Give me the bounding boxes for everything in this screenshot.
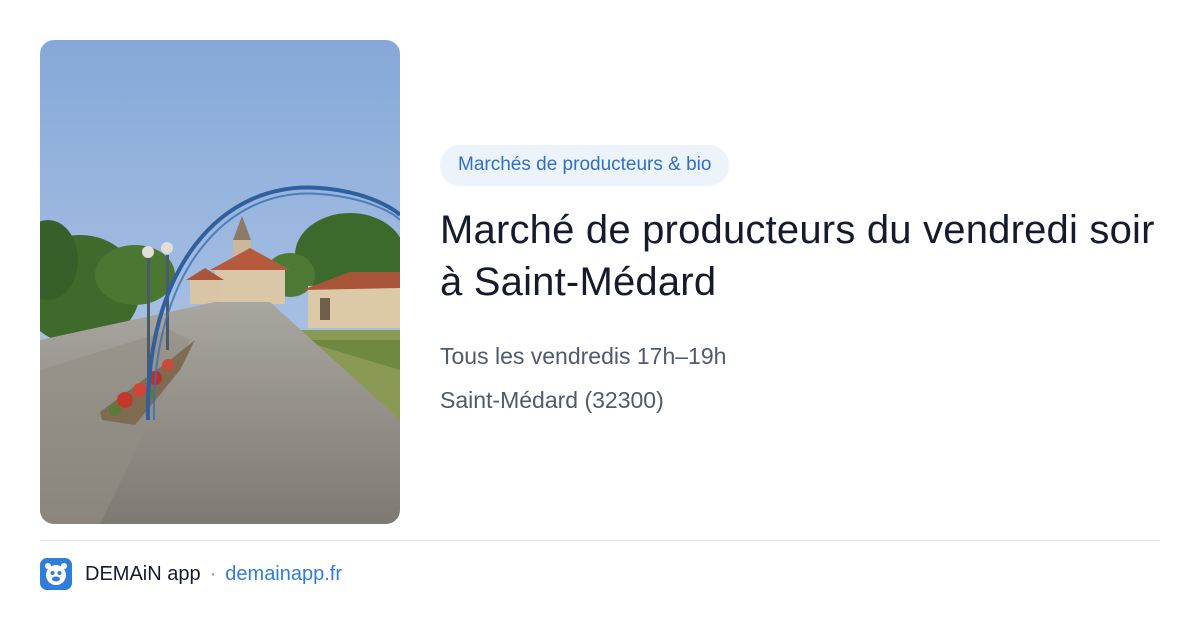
demain-app-logo-icon — [40, 558, 72, 590]
domain-link[interactable]: demainapp.fr — [225, 563, 342, 586]
event-schedule: Tous les vendredis 17h–19h — [440, 343, 727, 369]
event-location: Saint-Médard (32300) — [440, 387, 664, 413]
event-title: Marché de producteurs du vendredi soir à… — [440, 208, 1155, 304]
footer-divider — [40, 540, 1160, 541]
card-content: Marchés de producteurs & bio Marché de p… — [440, 145, 1170, 422]
market-photo — [40, 40, 400, 524]
footer: DEMAiN app · demainapp.fr — [40, 558, 342, 590]
brand-name: DEMAiN app — [85, 562, 201, 585]
category-tag[interactable]: Marchés de producteurs & bio — [440, 145, 730, 186]
footer-separator: · — [209, 562, 217, 585]
